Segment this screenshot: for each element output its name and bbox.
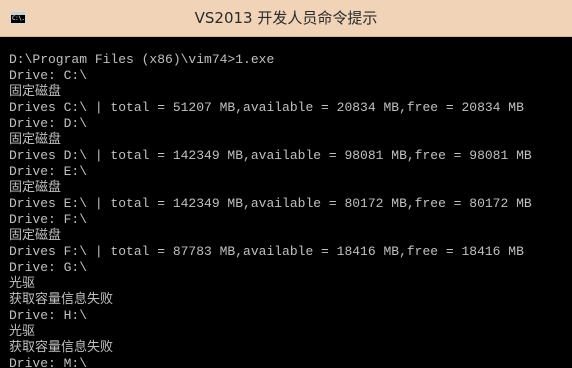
console-line: 光驱	[9, 276, 36, 291]
title-bar[interactable]: C:\. VS2013 开发人员命令提示	[0, 0, 572, 37]
console-line: 固定磁盘	[9, 180, 62, 195]
console-line: 固定磁盘	[9, 84, 62, 99]
console-line: Drive: M:\	[9, 356, 88, 368]
console-line: Drive: F:\	[9, 212, 88, 227]
console-line: D:\Program Files (x86)\vim74>1.exe	[9, 52, 275, 67]
console-line: 获取容量信息失败	[9, 292, 114, 307]
console-line: 获取容量信息失败	[9, 340, 114, 355]
console-output[interactable]: D:\Program Files (x86)\vim74>1.exe Drive…	[9, 38, 572, 368]
console-window: C:\. VS2013 开发人员命令提示 D:\Program Files (x…	[0, 0, 572, 368]
console-line: 固定磁盘	[9, 132, 62, 147]
console-line: Drives D:\ | total = 142349 MB,available…	[9, 148, 532, 163]
console-top-padding	[9, 38, 572, 52]
console-line: Drive: C:\	[9, 68, 88, 83]
console-line: Drive: E:\	[9, 164, 88, 179]
console-line: Drives E:\ | total = 142349 MB,available…	[9, 196, 532, 211]
window-title: VS2013 开发人员命令提示	[194, 9, 378, 27]
console-line: Drives F:\ | total = 87783 MB,available …	[9, 244, 524, 259]
console-line: 固定磁盘	[9, 228, 62, 243]
console-line: Drive: G:\	[9, 260, 88, 275]
console-line: Drives C:\ | total = 51207 MB,available …	[9, 100, 524, 115]
console-line: Drive: H:\	[9, 308, 88, 323]
console-line: 光驱	[9, 324, 36, 339]
console-line: Drive: D:\	[9, 116, 88, 131]
